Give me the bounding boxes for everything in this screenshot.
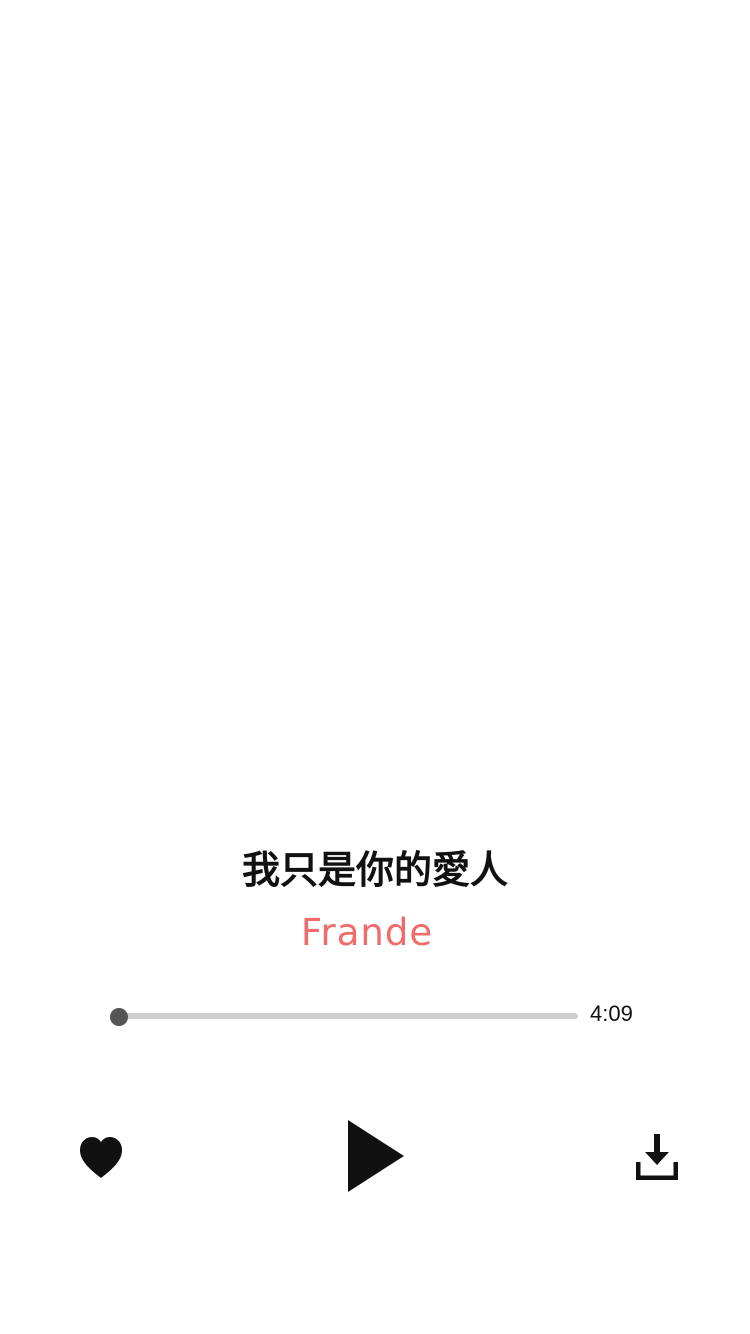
play-icon xyxy=(348,1120,404,1192)
heart-icon xyxy=(80,1137,122,1178)
progress-bar[interactable] xyxy=(110,1013,578,1019)
song-artist[interactable]: Frande xyxy=(0,905,734,961)
progress-knob[interactable] xyxy=(110,1008,128,1026)
song-title: 我只是你的愛人 xyxy=(241,848,508,892)
like-button[interactable] xyxy=(78,1136,124,1180)
download-icon xyxy=(636,1134,678,1180)
download-button[interactable] xyxy=(636,1134,678,1180)
play-button[interactable] xyxy=(346,1118,406,1194)
duration-label: 4:09 xyxy=(590,1001,633,1026)
